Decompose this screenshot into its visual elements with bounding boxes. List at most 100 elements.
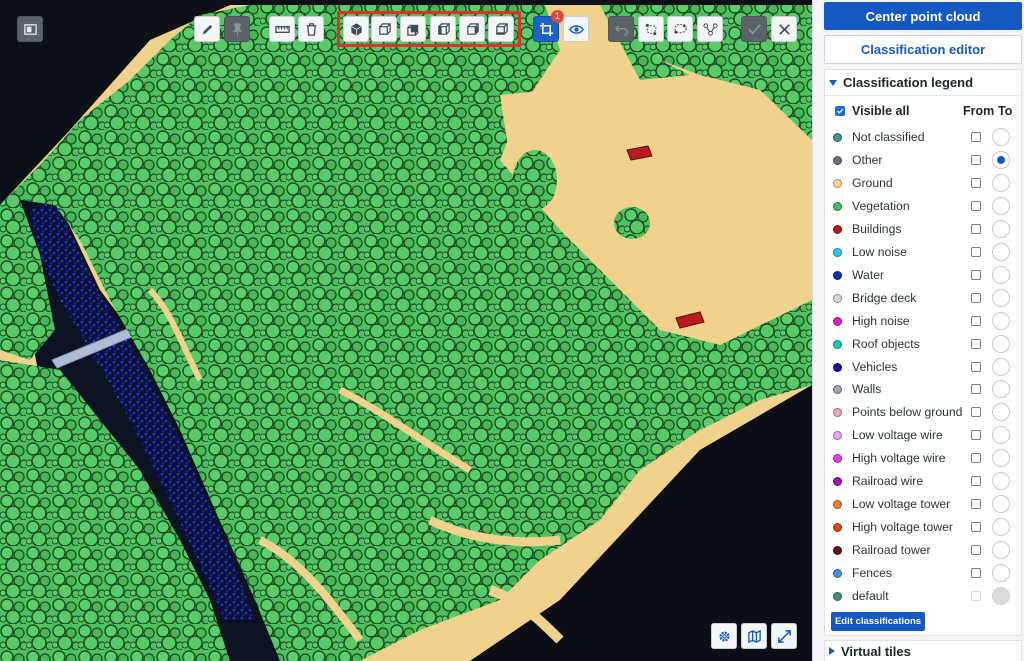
class-color-swatch (833, 523, 842, 533)
class-from-checkbox[interactable] (971, 499, 981, 510)
class-name: Ground (852, 175, 893, 190)
class-row: Railroad wire (825, 470, 1021, 493)
class-to-radio[interactable] (992, 449, 1010, 468)
class-from-checkbox[interactable] (971, 453, 981, 464)
class-to-radio[interactable] (992, 357, 1010, 376)
class-from-checkbox[interactable] (971, 430, 981, 441)
class-to-radio[interactable] (992, 288, 1010, 307)
pin-icon[interactable] (224, 16, 250, 42)
fullscreen-icon[interactable] (771, 623, 797, 649)
class-from-checkbox[interactable] (971, 338, 981, 349)
polygon-select-icon[interactable] (638, 16, 664, 42)
class-row: Other (825, 149, 1021, 172)
class-color-swatch (833, 385, 842, 395)
class-to-radio[interactable] (992, 311, 1010, 330)
cube-view-right-icon[interactable] (459, 16, 485, 42)
class-from-checkbox[interactable] (971, 522, 981, 533)
class-name: Low noise (852, 244, 907, 259)
class-to-radio[interactable] (992, 196, 1010, 215)
class-to-radio[interactable] (992, 564, 1010, 583)
class-row: Ground (825, 172, 1021, 195)
settings-gear-icon[interactable] (711, 623, 737, 649)
class-name: Water (852, 267, 885, 282)
class-from-checkbox[interactable] (971, 269, 981, 280)
eye-icon[interactable] (563, 16, 589, 42)
class-name: Points below ground (852, 405, 963, 420)
class-to-radio[interactable] (992, 495, 1010, 514)
point-cloud-scene[interactable] (0, 0, 812, 661)
class-to-radio[interactable] (992, 380, 1010, 399)
panel-toggle-icon[interactable] (17, 16, 43, 42)
classification-editor-button[interactable]: Classification editor (824, 35, 1022, 64)
class-name: Railroad wire (852, 474, 924, 489)
check-icon[interactable] (741, 16, 767, 42)
visible-all-label: Visible all (852, 104, 910, 118)
class-name: Other (852, 152, 883, 167)
legend-header[interactable]: Classification legend (825, 70, 1021, 96)
class-from-checkbox[interactable] (971, 154, 981, 165)
class-color-swatch (833, 546, 842, 556)
class-to-radio[interactable] (992, 426, 1010, 445)
trash-icon[interactable] (298, 16, 324, 42)
class-to-radio[interactable] (992, 265, 1010, 284)
virtual-tiles-header[interactable]: Virtual tiles (824, 640, 1022, 661)
class-name: High noise (852, 313, 910, 328)
class-to-radio[interactable] (992, 242, 1010, 261)
point-cloud-viewer[interactable]: 1 (0, 0, 812, 661)
cube-view-bottom-icon[interactable] (488, 16, 514, 42)
class-name: Fences (852, 566, 892, 581)
class-from-checkbox[interactable] (971, 476, 981, 487)
class-from-checkbox[interactable] (971, 384, 981, 395)
vector-nodes-icon[interactable] (697, 16, 723, 42)
cube-view-back-icon[interactable] (400, 16, 426, 42)
cube-view-top-icon[interactable] (343, 16, 369, 42)
class-name: Bridge deck (852, 290, 917, 305)
lasso-select-icon[interactable] (667, 16, 693, 42)
class-to-radio[interactable] (992, 334, 1010, 353)
class-from-checkbox[interactable] (971, 568, 981, 579)
class-from-checkbox[interactable] (971, 223, 981, 234)
classification-legend: Classification legend Visible all From T… (824, 69, 1022, 636)
close-icon[interactable] (771, 16, 797, 42)
class-from-checkbox[interactable] (971, 407, 981, 418)
class-from-checkbox[interactable] (971, 177, 981, 188)
from-column-label: From (963, 104, 995, 118)
class-from-checkbox[interactable] (971, 315, 981, 326)
class-from-checkbox[interactable] (971, 246, 981, 257)
class-row: Roof objects (825, 333, 1021, 356)
class-row: Vehicles (825, 356, 1021, 379)
class-name: Buildings (852, 221, 902, 236)
class-from-checkbox[interactable] (971, 292, 981, 303)
class-to-radio[interactable] (992, 219, 1010, 238)
class-to-radio[interactable] (992, 472, 1010, 491)
class-name: Not classified (852, 130, 925, 144)
class-color-swatch (833, 155, 842, 165)
cube-view-front-icon[interactable] (371, 16, 397, 42)
map-icon[interactable] (741, 623, 767, 649)
class-to-radio[interactable] (992, 403, 1010, 422)
class-name: Railroad tower (852, 543, 931, 558)
class-row: High noise (825, 310, 1021, 333)
class-to-radio[interactable] (992, 150, 1010, 169)
cube-view-left-icon[interactable] (430, 16, 456, 42)
class-from-checkbox[interactable] (971, 361, 981, 372)
class-to-radio[interactable] (992, 541, 1010, 560)
crop-icon[interactable]: 1 (533, 10, 564, 42)
center-point-cloud-button[interactable]: Center point cloud (824, 2, 1022, 30)
edit-classifications-button[interactable]: Edit classifications (831, 612, 925, 631)
class-color-swatch (833, 592, 842, 601)
ruler-icon[interactable] (269, 16, 295, 42)
undo-icon[interactable] (608, 16, 634, 42)
class-from-checkbox[interactable] (971, 132, 981, 142)
class-to-radio[interactable] (992, 128, 1010, 146)
expand-triangle-icon (829, 647, 835, 655)
class-from-checkbox[interactable] (971, 545, 981, 556)
class-row: Fences (825, 562, 1021, 585)
class-to-radio[interactable] (992, 518, 1010, 537)
class-row: Vegetation (825, 195, 1021, 218)
class-color-swatch (833, 316, 842, 326)
visible-all-checkbox[interactable] (835, 106, 845, 116)
class-from-checkbox[interactable] (971, 200, 981, 211)
pencil-icon[interactable] (194, 16, 220, 42)
class-to-radio[interactable] (992, 173, 1010, 192)
